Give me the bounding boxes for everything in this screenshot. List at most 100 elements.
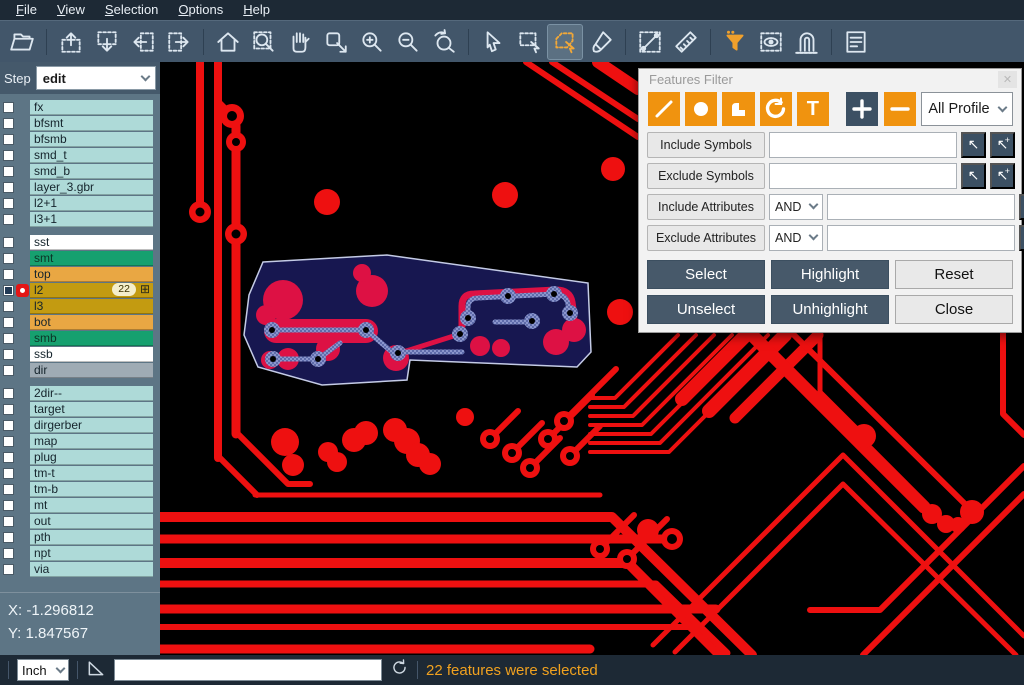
layer-row-sst[interactable]: sst xyxy=(0,234,160,250)
layer-row-tm-b[interactable]: tm-b xyxy=(0,481,160,497)
pick-add-from-screen-button[interactable]: ↖+ xyxy=(990,163,1015,189)
ruler-button[interactable] xyxy=(669,25,703,59)
feature-info-panel-button[interactable] xyxy=(839,25,873,59)
include-symbols-input[interactable] xyxy=(769,132,957,158)
active-layer-indicator[interactable] xyxy=(14,100,30,114)
pan-up-button[interactable] xyxy=(54,25,88,59)
layer-row-mt[interactable]: mt xyxy=(0,497,160,513)
layer-visibility-checkbox[interactable] xyxy=(3,182,14,193)
layer-name-bar[interactable]: top xyxy=(30,267,153,282)
layer-name-bar[interactable]: tm-t xyxy=(30,466,153,481)
layer-name-bar[interactable]: l2+1 xyxy=(30,196,153,211)
active-layer-indicator[interactable] xyxy=(14,498,30,512)
layer-visibility-checkbox[interactable] xyxy=(3,333,14,344)
layer-row-bfsmb[interactable]: bfsmb xyxy=(0,131,160,147)
snap-button[interactable] xyxy=(790,25,824,59)
filter-add-button[interactable] xyxy=(846,92,878,126)
exclude-attributes-button[interactable]: Exclude Attributes xyxy=(647,225,765,251)
zoom-window-button[interactable] xyxy=(247,25,281,59)
layer-visibility-checkbox[interactable] xyxy=(3,301,14,312)
measure-distance-button[interactable] xyxy=(633,25,667,59)
open-file-button[interactable] xyxy=(5,25,39,59)
exclude-symbols-button[interactable]: Exclude Symbols xyxy=(647,163,765,189)
layer-visibility-checkbox[interactable] xyxy=(3,500,14,511)
pick-from-screen-button[interactable]: ↖ xyxy=(1019,225,1024,251)
layer-row-ssb[interactable]: ssb xyxy=(0,346,160,362)
active-layer-indicator[interactable] xyxy=(14,267,30,281)
layer-name-bar[interactable]: out xyxy=(30,514,153,529)
close-button[interactable]: Close xyxy=(895,295,1013,324)
layer-row-tm-t[interactable]: tm-t xyxy=(0,465,160,481)
layer-visibility-checkbox[interactable] xyxy=(3,436,14,447)
menu-item-file[interactable]: File xyxy=(6,0,47,20)
include-symbols-button[interactable]: Include Symbols xyxy=(647,132,765,158)
layer-row-l3+1[interactable]: l3+1 xyxy=(0,211,160,227)
layer-name-bar[interactable]: bot xyxy=(30,315,153,330)
layer-row-bfsmt[interactable]: bfsmt xyxy=(0,115,160,131)
corner-angle-icon[interactable] xyxy=(86,658,106,683)
unhighlight-button[interactable]: Unhighlight xyxy=(771,295,889,324)
and-or-select[interactable]: AND xyxy=(769,194,823,220)
menu-item-view[interactable]: View xyxy=(47,0,95,20)
active-layer-indicator[interactable] xyxy=(14,482,30,496)
layer-visibility-checkbox[interactable] xyxy=(3,484,14,495)
layer-row-smb[interactable]: smb xyxy=(0,330,160,346)
active-layer-indicator[interactable] xyxy=(14,363,30,377)
layer-visibility-checkbox[interactable] xyxy=(3,134,14,145)
layer-name-bar[interactable]: l3 xyxy=(30,299,153,314)
filter-remove-button[interactable] xyxy=(884,92,916,126)
select-button[interactable]: Select xyxy=(647,260,765,289)
filter-text-button[interactable]: T xyxy=(797,92,829,126)
layer-visibility-checkbox[interactable] xyxy=(3,237,14,248)
layer-row-out[interactable]: out xyxy=(0,513,160,529)
active-layer-indicator[interactable] xyxy=(14,132,30,146)
layer-name-bar[interactable]: 2dir-- xyxy=(30,386,153,401)
include-attributes-button[interactable]: Include Attributes xyxy=(647,194,765,220)
layer-row-npt[interactable]: npt xyxy=(0,545,160,561)
profile-select[interactable]: All Profile xyxy=(921,92,1013,126)
layer-name-bar[interactable]: map xyxy=(30,434,153,449)
active-layer-indicator[interactable] xyxy=(14,315,30,329)
active-layer-indicator[interactable] xyxy=(14,434,30,448)
include-attributes-input[interactable] xyxy=(827,194,1015,220)
filter-line-button[interactable] xyxy=(648,92,680,126)
exclude-attributes-input[interactable] xyxy=(827,225,1015,251)
filter-pad-button[interactable] xyxy=(685,92,717,126)
pan-down-button[interactable] xyxy=(90,25,124,59)
layer-name-bar[interactable]: smd_t xyxy=(30,148,153,163)
pan-left-button[interactable] xyxy=(126,25,160,59)
active-layer-indicator[interactable] xyxy=(14,386,30,400)
layer-visibility-checkbox[interactable] xyxy=(3,404,14,415)
filter-arc-button[interactable] xyxy=(760,92,792,126)
layer-row-l2+1[interactable]: l2+1 xyxy=(0,195,160,211)
active-layer-indicator[interactable] xyxy=(14,251,30,265)
layer-name-bar[interactable]: l3+1 xyxy=(30,212,153,227)
dialog-title-bar[interactable]: Features Filter ✕ xyxy=(639,69,1021,88)
active-layer-indicator[interactable] xyxy=(14,196,30,210)
active-layer-indicator[interactable] xyxy=(14,514,30,528)
active-layer-indicator[interactable] xyxy=(14,402,30,416)
layer-name-bar[interactable]: bfsmb xyxy=(30,132,153,147)
layer-visibility-checkbox[interactable] xyxy=(3,564,14,575)
layer-row-map[interactable]: map xyxy=(0,433,160,449)
refresh-icon[interactable] xyxy=(390,658,409,682)
pan-right-button[interactable] xyxy=(162,25,196,59)
zoom-in-button[interactable] xyxy=(355,25,389,59)
layer-name-bar[interactable]: pth xyxy=(30,530,153,545)
reset-button[interactable]: Reset xyxy=(895,260,1013,289)
pick-from-screen-button[interactable]: ↖ xyxy=(961,132,986,158)
menu-item-selection[interactable]: Selection xyxy=(95,0,168,20)
layer-name-bar[interactable]: dir xyxy=(30,363,153,378)
layer-visibility-checkbox[interactable] xyxy=(3,532,14,543)
home-view-button[interactable] xyxy=(211,25,245,59)
active-layer-indicator[interactable] xyxy=(14,562,30,576)
layer-row-pth[interactable]: pth xyxy=(0,529,160,545)
layer-name-bar[interactable]: mt xyxy=(30,498,153,513)
layer-visibility-checkbox[interactable] xyxy=(3,198,14,209)
exclude-symbols-input[interactable] xyxy=(769,163,957,189)
layer-name-bar[interactable]: fx xyxy=(30,100,153,115)
active-layer-indicator[interactable] xyxy=(14,148,30,162)
layer-visibility-checkbox[interactable] xyxy=(3,420,14,431)
layer-visibility-checkbox[interactable] xyxy=(3,365,14,376)
filter-surface-button[interactable] xyxy=(722,92,754,126)
